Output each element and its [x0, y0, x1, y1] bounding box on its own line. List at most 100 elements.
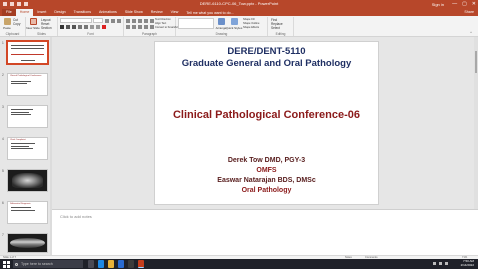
font-group-label: Font — [87, 32, 94, 36]
shapes-gallery[interactable] — [178, 18, 214, 29]
tab-transitions[interactable]: Transitions — [70, 9, 95, 16]
tab-design[interactable]: Design — [50, 9, 69, 16]
italic-icon[interactable] — [66, 25, 70, 29]
share-button[interactable]: Share — [464, 10, 474, 14]
change-case-icon[interactable] — [96, 25, 100, 29]
title-bar: DERE-6110-CPC-06_Tow.pptx - PowerPoint S… — [0, 0, 478, 9]
tab-view[interactable]: View — [167, 9, 183, 16]
ribbon-tabs: File Home Insert Design Transitions Anim… — [0, 9, 478, 16]
new-slide-icon — [29, 18, 37, 25]
thumbnail-item[interactable]: 5 — [1, 169, 51, 199]
font-size-select[interactable] — [93, 18, 103, 23]
slide-title[interactable]: DERE/DENT-5110 — [155, 46, 378, 57]
thumbnail-slide-5[interactable] — [7, 169, 48, 192]
slide-subtitle[interactable]: Graduate General and Oral Pathology — [155, 58, 378, 69]
thumbnail-item[interactable]: 3 — [1, 105, 51, 135]
bullets-icon[interactable] — [126, 19, 130, 23]
shape-effects-button[interactable]: Shape Effects — [243, 26, 259, 29]
maximize-button[interactable]: ▢ — [462, 1, 467, 7]
align-left-icon[interactable] — [126, 25, 130, 29]
minimize-button[interactable]: — — [452, 1, 457, 7]
tab-slide-show[interactable]: Slide Show — [121, 9, 147, 16]
sign-in-link[interactable]: Sign in — [432, 2, 444, 7]
thumbnail-item[interactable]: 6 Differential Diagnosis — [1, 201, 51, 231]
thumbnail-slide-6[interactable]: Differential Diagnosis — [7, 201, 48, 224]
new-slide-button[interactable]: New Slide — [26, 18, 40, 30]
text-direction-button[interactable]: Text Direction — [155, 18, 171, 21]
notes-placeholder[interactable]: Click to add notes — [60, 214, 92, 219]
copy-button[interactable]: Copy — [13, 22, 20, 26]
network-icon[interactable] — [433, 262, 436, 265]
current-slide[interactable]: DERE/DENT-5110 Graduate General and Oral… — [154, 41, 379, 205]
quick-styles-button[interactable]: Quick Styles — [226, 18, 242, 30]
faculty-department[interactable]: Oral Pathology — [155, 187, 378, 194]
numbering-icon[interactable] — [132, 19, 136, 23]
thumbnail-slide-3[interactable] — [7, 105, 48, 128]
thumbnail-item[interactable]: 2 Clinical Pathological Conference — [1, 73, 51, 103]
tab-insert[interactable]: Insert — [33, 9, 50, 16]
align-right-icon[interactable] — [138, 25, 142, 29]
tab-review[interactable]: Review — [147, 9, 167, 16]
presenter-name[interactable]: Derek Tow DMD, PGY-3 — [155, 157, 378, 164]
thumbnail-item[interactable]: 1 — [1, 40, 51, 71]
thumbnail-slide-2[interactable]: Clinical Pathological Conference — [7, 73, 48, 96]
select-button[interactable]: Select — [271, 26, 280, 30]
file-explorer-icon[interactable] — [108, 260, 114, 268]
quick-styles-icon — [230, 18, 238, 25]
scrollbar-thumb[interactable] — [475, 51, 477, 73]
xray-image — [10, 238, 45, 248]
close-button[interactable]: ✕ — [472, 1, 476, 7]
windows-start-icon[interactable] — [3, 261, 10, 268]
notes-pane[interactable]: Click to add notes — [52, 209, 478, 255]
thumbnail-slide-4[interactable]: Chief Complaint — [7, 137, 48, 160]
paragraph-group: Text Direction Align Text Convert to Sma… — [124, 17, 178, 36]
thumbnail-item[interactable]: 4 Chief Complaint — [1, 137, 51, 167]
clock[interactable]: 7:50 AM 2/14/2022 — [461, 259, 474, 267]
tab-file[interactable]: File — [2, 9, 16, 16]
edge-icon[interactable] — [98, 260, 104, 268]
bold-icon[interactable] — [60, 25, 64, 29]
drawing-group: Arrange Quick Styles Shape Fill Shape Ou… — [176, 17, 268, 36]
store-icon[interactable] — [128, 260, 134, 268]
outlook-icon[interactable] — [118, 260, 124, 268]
notifications-icon[interactable] — [445, 262, 448, 265]
taskbar-search[interactable]: Type here to search — [13, 260, 83, 268]
volume-icon[interactable] — [439, 262, 442, 265]
shadow-icon[interactable] — [78, 25, 82, 29]
shape-outline-button[interactable]: Shape Outline — [243, 22, 259, 25]
underline-icon[interactable] — [72, 25, 76, 29]
powerpoint-icon[interactable] — [138, 260, 144, 268]
char-spacing-icon[interactable] — [90, 25, 94, 29]
align-text-button[interactable]: Align Text — [155, 22, 166, 25]
increase-font-icon[interactable] — [105, 19, 109, 23]
strikethrough-icon[interactable] — [84, 25, 88, 29]
arrange-button[interactable]: Arrange — [216, 18, 226, 30]
paste-button[interactable]: Paste — [2, 18, 12, 30]
font-color-icon[interactable] — [102, 25, 106, 29]
font-group: Font — [58, 17, 124, 36]
collapse-ribbon-icon[interactable]: ^ — [470, 30, 472, 35]
columns-icon[interactable] — [150, 25, 154, 29]
thumbnail-slide-7[interactable] — [7, 233, 48, 253]
shape-fill-button[interactable]: Shape Fill — [243, 18, 255, 21]
decrease-indent-icon[interactable] — [138, 19, 142, 23]
decrease-font-icon[interactable] — [111, 19, 115, 23]
justify-icon[interactable] — [144, 25, 148, 29]
tab-animations[interactable]: Animations — [95, 9, 121, 16]
slide-scrollbar[interactable] — [474, 37, 478, 209]
increase-indent-icon[interactable] — [144, 19, 148, 23]
faculty-name[interactable]: Easwar Natarajan BDS, DMSc — [155, 177, 378, 184]
convert-smartart-button[interactable]: Convert to SmartArt — [155, 26, 178, 29]
presenter-department[interactable]: OMFS — [155, 167, 378, 174]
window-controls: — ▢ ✕ — [452, 1, 476, 7]
thumbnail-slide-1[interactable] — [6, 40, 49, 65]
line-spacing-icon[interactable] — [150, 19, 154, 23]
tab-home[interactable]: Home — [15, 9, 34, 16]
section-button[interactable]: Section — [41, 26, 52, 30]
tell-me-search[interactable]: Tell me what you want to do... — [186, 11, 233, 15]
align-center-icon[interactable] — [132, 25, 136, 29]
conference-heading[interactable]: Clinical Pathological Conference-06 — [155, 109, 378, 121]
clear-formatting-icon[interactable] — [117, 19, 121, 23]
task-view-icon[interactable] — [88, 260, 94, 268]
font-name-select[interactable] — [60, 18, 92, 23]
